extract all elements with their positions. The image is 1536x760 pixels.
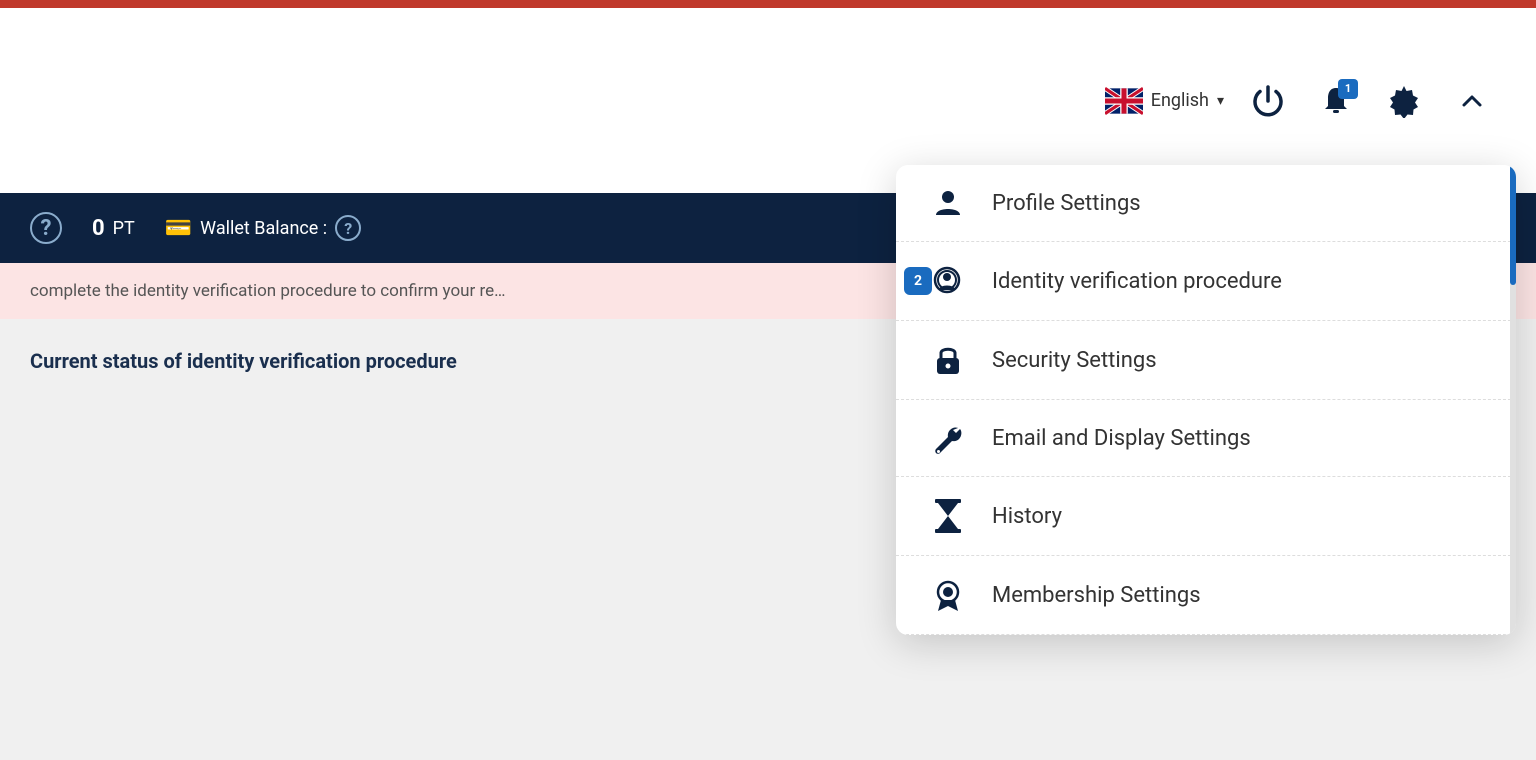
scroll-thumb bbox=[1510, 165, 1516, 285]
dropdown-menu: Profile Settings 2 Identity verification… bbox=[896, 165, 1516, 635]
help-button[interactable]: ? bbox=[30, 212, 62, 244]
menu-label-history: History bbox=[992, 504, 1062, 529]
menu-label-profile-settings: Profile Settings bbox=[992, 191, 1141, 216]
person-icon bbox=[928, 187, 968, 219]
power-icon bbox=[1250, 83, 1286, 119]
menu-item-membership-settings[interactable]: Membership Settings bbox=[896, 556, 1516, 635]
notification-button[interactable]: 1 bbox=[1312, 77, 1360, 125]
language-chevron-icon: ▾ bbox=[1217, 93, 1224, 109]
menu-item-email-display-settings[interactable]: Email and Display Settings bbox=[896, 400, 1516, 477]
power-button[interactable] bbox=[1244, 77, 1292, 125]
menu-label-identity-verification: Identity verification procedure bbox=[992, 269, 1282, 294]
badge-icon bbox=[928, 578, 968, 612]
notification-badge: 1 bbox=[1338, 79, 1358, 99]
menu-item-identity-verification[interactable]: 2 Identity verification procedure bbox=[896, 242, 1516, 321]
gear-icon bbox=[1387, 84, 1421, 118]
header-controls: English ▾ 1 bbox=[1105, 77, 1496, 125]
wrench-icon bbox=[928, 422, 968, 454]
search-person-icon bbox=[928, 264, 968, 298]
chevron-up-icon bbox=[1458, 87, 1486, 115]
menu-item-history[interactable]: History bbox=[896, 477, 1516, 556]
menu-item-security-settings[interactable]: Security Settings bbox=[896, 321, 1516, 400]
menu-label-security-settings: Security Settings bbox=[992, 348, 1157, 373]
scroll-indicator bbox=[1510, 165, 1516, 635]
user-menu-button[interactable] bbox=[1448, 77, 1496, 125]
wallet-display: 💳 Wallet Balance : ? bbox=[165, 215, 361, 241]
language-text: English bbox=[1151, 90, 1209, 111]
menu-label-membership-settings: Membership Settings bbox=[992, 583, 1201, 608]
flag-icon bbox=[1105, 87, 1143, 115]
menu-label-email-display-settings: Email and Display Settings bbox=[992, 426, 1251, 451]
wallet-help-button[interactable]: ? bbox=[335, 215, 361, 241]
lock-icon bbox=[928, 343, 968, 377]
wallet-label: Wallet Balance : bbox=[200, 218, 327, 239]
points-label: PT bbox=[113, 218, 135, 239]
alert-text: complete the identity verification proce… bbox=[30, 281, 505, 301]
settings-button[interactable] bbox=[1380, 77, 1428, 125]
wallet-icon: 💳 bbox=[165, 216, 192, 241]
points-value: 0 bbox=[92, 216, 105, 241]
hourglass-icon bbox=[928, 499, 968, 533]
menu-item-profile-settings[interactable]: Profile Settings bbox=[896, 165, 1516, 242]
top-red-bar bbox=[0, 0, 1536, 8]
points-display: 0 PT bbox=[92, 216, 135, 241]
language-selector[interactable]: English ▾ bbox=[1105, 87, 1224, 115]
content-title: Current status of identity verification … bbox=[30, 349, 457, 373]
identity-badge: 2 bbox=[904, 267, 932, 295]
